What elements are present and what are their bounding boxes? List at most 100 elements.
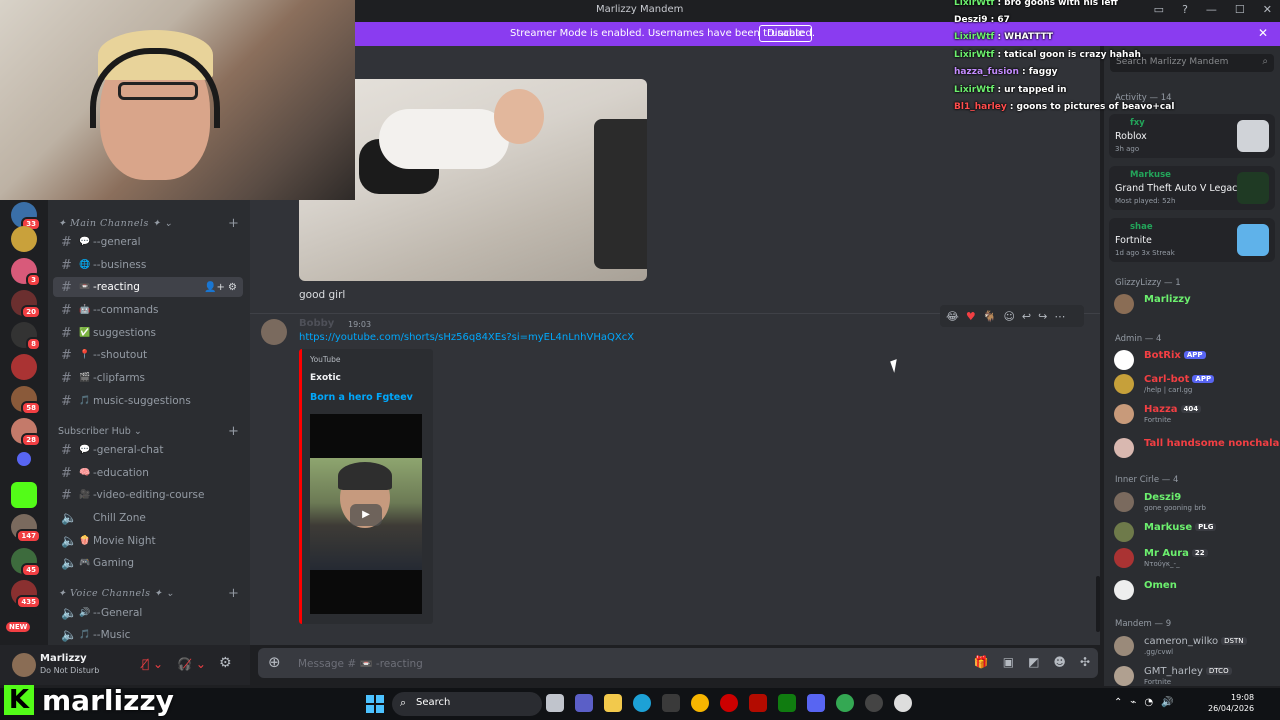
file-explorer-icon[interactable] (604, 694, 622, 712)
maximize-button[interactable]: ☐ (1235, 3, 1245, 16)
more-icon[interactable]: ⋯ (1054, 310, 1065, 323)
voice-gaming[interactable]: 🔈 🎮 Gaming (53, 553, 243, 573)
server-icon[interactable]: 147 (11, 514, 41, 543)
channel-general[interactable]: # 💬 --general (53, 232, 243, 252)
add-channel-icon[interactable]: + (228, 586, 239, 601)
gear-icon[interactable]: ⚙ (219, 655, 232, 671)
member-item[interactable]: Deszi9 gone gooning brb (1114, 490, 1274, 514)
channel-business[interactable]: # 🌐 --business (53, 255, 243, 275)
avatar[interactable] (261, 319, 287, 345)
obs-icon[interactable] (865, 694, 883, 712)
goat-reaction-icon[interactable]: 🐐 (983, 310, 997, 323)
upload-plus-icon[interactable]: ⊕ (268, 653, 281, 671)
avatar[interactable] (12, 653, 36, 677)
activity-card[interactable]: fxy Roblox 3h ago (1109, 114, 1275, 158)
wifi-icon[interactable]: ◔ (1144, 697, 1153, 708)
category-voice-channels[interactable]: ✦ Voice Channels ✦ ⌄ + (58, 586, 239, 601)
task-view-icon[interactable] (546, 694, 564, 712)
server-icon[interactable]: 3 (11, 258, 41, 287)
edge-icon[interactable] (633, 694, 651, 712)
channel-shoutout[interactable]: # 📍 --shoutout (53, 345, 243, 365)
server-icon[interactable] (11, 354, 37, 380)
category-main-channels[interactable]: ✦ Main Channels ✦ ⌄ + (58, 216, 239, 231)
disable-button[interactable]: Disable (759, 25, 813, 42)
activity-card[interactable]: shae Fortnite 1d ago 3x Streak (1109, 218, 1275, 262)
help-icon[interactable]: ? (1182, 3, 1188, 16)
taskbar-search[interactable]: ⌕ Search (392, 692, 542, 716)
teams-icon[interactable] (575, 694, 593, 712)
voice-chill-zone[interactable]: 🔈 Chill Zone (53, 508, 243, 528)
close-window-button[interactable]: ✕ (1263, 3, 1272, 16)
kick-server-icon[interactable] (11, 482, 37, 508)
forward-icon[interactable]: ↪ (1038, 310, 1047, 323)
minimize-button[interactable]: — (1206, 3, 1217, 16)
reply-icon[interactable]: ↩ (1022, 310, 1031, 323)
taskbar-clock[interactable]: 19:08 26/04/2026 (1208, 692, 1254, 714)
close-icon[interactable]: ✕ (1258, 26, 1268, 40)
category-subscriber-hub[interactable]: Subscriber Hub ⌄ + (58, 424, 239, 439)
chrome-icon[interactable] (836, 694, 854, 712)
new-server-pill[interactable]: NEW (6, 614, 42, 632)
apps-icon[interactable]: ✣ (1080, 655, 1090, 669)
discord-icon[interactable] (807, 694, 825, 712)
server-icon[interactable]: 33 (11, 202, 41, 231)
channel-reacting[interactable]: # 📼 -reacting 👤+ ⚙ (53, 277, 243, 297)
message-author[interactable]: Bobby (299, 318, 334, 329)
add-channel-icon[interactable]: + (228, 424, 239, 439)
server-icon[interactable]: 58 (11, 386, 41, 415)
channel-clipfarms[interactable]: # 🎬 -clipfarms (53, 368, 243, 388)
add-reaction-icon[interactable]: ☺ (1003, 310, 1014, 323)
sticker-icon[interactable]: ◩ (1028, 655, 1039, 669)
member-item[interactable]: Mr Aura 22 Ντούγκ_-_ (1114, 546, 1274, 570)
gif-icon[interactable]: ▣ (1003, 655, 1014, 669)
server-icon[interactable] (11, 226, 37, 252)
member-item[interactable]: Hazza 404 Fortnite (1114, 402, 1274, 426)
activity-card[interactable]: Markuse Grand Theft Auto V Legacy Most p… (1109, 166, 1275, 210)
member-item[interactable]: GMT_harley DTCO Fortnite (1114, 664, 1274, 686)
channel-general-chat[interactable]: # 💬 -general-chat (53, 440, 243, 460)
opera-icon[interactable] (720, 694, 738, 712)
start-button[interactable] (366, 695, 384, 713)
message-input[interactable]: Message # 📼 -reacting (298, 657, 423, 670)
mic-muted-icon[interactable]: 🎙̸ ⌄ (142, 657, 163, 671)
member-item[interactable]: Markuse PLG (1114, 520, 1274, 544)
channel-settings-icons[interactable]: 👤+ ⚙ (204, 282, 237, 293)
embed-author[interactable]: Exotic (310, 373, 341, 383)
member-item[interactable]: BotRix APP (1114, 348, 1274, 372)
laugh-reaction-icon[interactable]: 😂 (946, 310, 959, 323)
voice-general[interactable]: 🔈 🔊 --General (53, 603, 243, 623)
server-icon[interactable]: 20 (11, 290, 41, 319)
server-icon[interactable]: 8 (11, 322, 41, 351)
server-icon[interactable]: 45 (11, 548, 41, 577)
channel-suggestions[interactable]: # ✅ suggestions (53, 323, 243, 343)
folder-icon[interactable] (17, 452, 31, 466)
chrome-canary-icon[interactable] (691, 694, 709, 712)
message-composer[interactable]: ⊕ Message # 📼 -reacting 🎁 ▣ ◩ ☻ ✣ (258, 648, 1098, 678)
member-item[interactable]: Tall handsome nonchalan... (1114, 436, 1280, 460)
server-icon[interactable]: 435 (11, 580, 41, 609)
acrobat-icon[interactable] (749, 694, 767, 712)
channel-video-editing-course[interactable]: # 🎥 -video-editing-course (53, 485, 243, 505)
video-thumbnail[interactable]: ▶ (310, 414, 422, 614)
channel-music-suggestions[interactable]: # 🎵 music-suggestions (53, 391, 243, 411)
voice-music[interactable]: 🔈 🎵 --Music (53, 625, 243, 645)
embed-title[interactable]: Born a hero Fgteev (310, 392, 413, 403)
chevron-up-icon[interactable]: ⌃ (1114, 697, 1122, 708)
store-icon[interactable] (662, 694, 680, 712)
scrollbar[interactable] (1096, 576, 1100, 632)
channel-education[interactable]: # 🧠 -education (53, 463, 243, 483)
member-item[interactable]: Marlizzy (1114, 292, 1274, 316)
member-item[interactable]: cameron_wilko DSTN .gg/cvwl (1114, 634, 1274, 658)
xbox-icon[interactable] (778, 694, 796, 712)
heart-reaction-icon[interactable]: ♥ (966, 310, 976, 323)
network-icon[interactable]: ⌁ (1130, 697, 1136, 708)
member-item[interactable]: Omen (1114, 578, 1274, 602)
volume-icon[interactable]: 🔊 (1161, 697, 1173, 708)
play-icon[interactable]: ▶ (350, 504, 382, 526)
voice-movie-night[interactable]: 🔈 🍿 Movie Night (53, 531, 243, 551)
member-item[interactable]: Carl-bot APP/help | carl.gg (1114, 372, 1274, 396)
server-icon[interactable]: 28 (11, 418, 41, 447)
add-channel-icon[interactable]: + (228, 216, 239, 231)
channel-commands[interactable]: # 🤖 --commands (53, 300, 243, 320)
inbox-icon[interactable]: ▭ (1154, 3, 1164, 16)
